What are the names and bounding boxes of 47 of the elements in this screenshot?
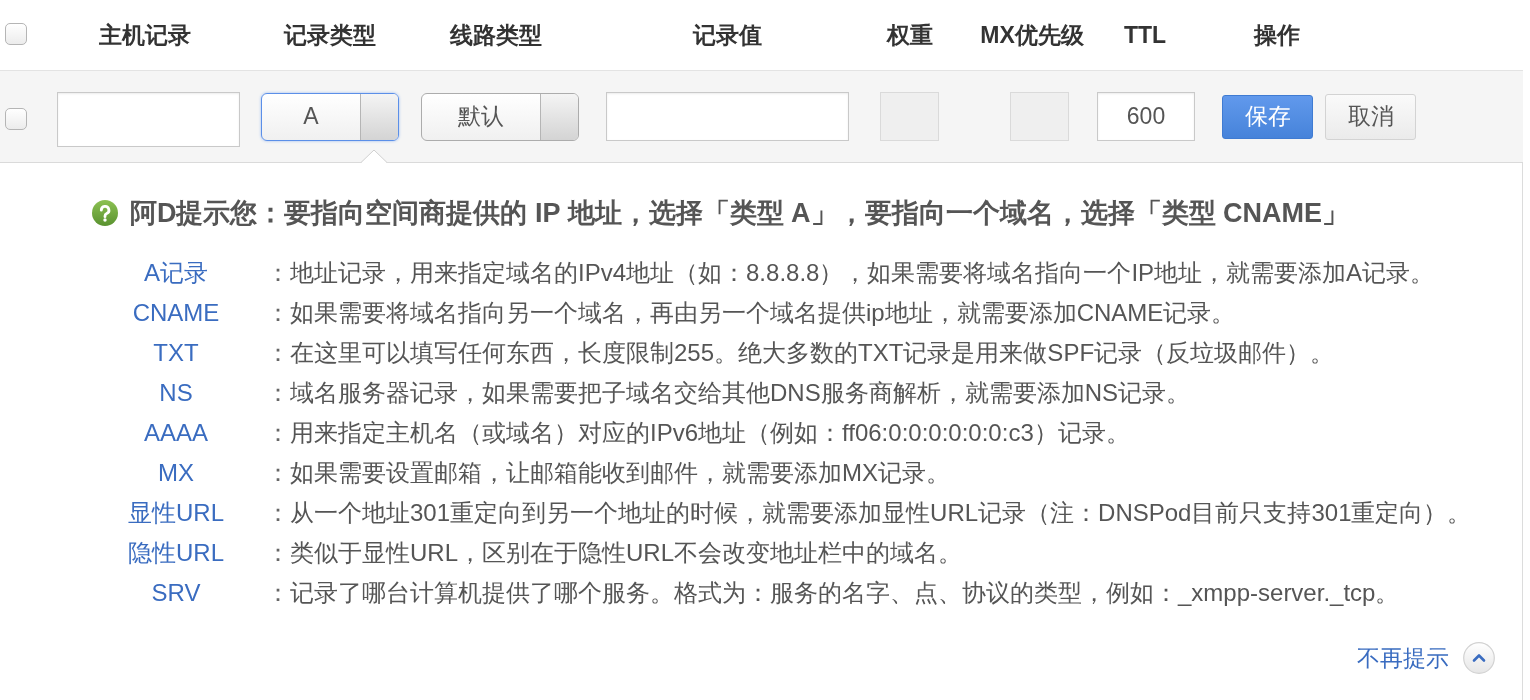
checkbox[interactable] <box>5 23 27 45</box>
record-type-select[interactable]: A <box>261 92 399 141</box>
column-header: 主机记录 <box>99 20 191 50</box>
record-description: 类似于显性URL，区别在于隐性URL不会改变地址栏中的域名。 <box>290 538 963 568</box>
hint-title: 阿D提示您：要指向空间商提供的 IP 地址，选择「类型 A」，要指向一个域名，选择「类型 CNAME」 <box>130 196 1350 230</box>
record-value-field[interactable] <box>606 92 849 141</box>
dismiss-link[interactable]: 不再提示 <box>1357 641 1449 676</box>
record-type-label: NS <box>159 378 193 408</box>
record-type-label: CNAME <box>132 298 220 328</box>
record-type-label: A记录 <box>144 258 208 288</box>
column-header: 权重 <box>886 20 933 50</box>
column-header: MX优先级 <box>980 20 1084 50</box>
record-description: 记录了哪台计算机提供了哪个服务。格式为：服务的名字、点、协议的类型，例如：_xmpp-server._tcp。 <box>290 578 1400 608</box>
record-description: 在这里可以填写任何东西，长度限制255。绝大多数的TXT记录是用来做SPF记录（反垃圾邮件）。 <box>290 338 1335 368</box>
separator-colon: ： <box>266 498 290 528</box>
separator-colon: ： <box>266 418 290 448</box>
separator-colon: ： <box>266 538 290 568</box>
record-description: 从一个地址301重定向到另一个地址的时候，就需要添加显性URL记录（注：DNSPod目前只支持301重定向）。 <box>290 498 1472 528</box>
chevron-up-icon[interactable] <box>1463 642 1495 675</box>
record-description: 用来指定主机名（或域名）对应的IPv6地址（例如：ff06:0:0:0:0:0:0:c3）记录。 <box>290 418 1130 448</box>
record-type-label: 显性URL <box>128 498 224 528</box>
record-type-label: AAAA <box>144 418 208 448</box>
record-type-label: 隐性URL <box>128 538 224 568</box>
record-description: 域名服务器记录，如果需要把子域名交给其他DNS服务商解析，就需要添加NS记录。 <box>290 378 1190 408</box>
ttl-field[interactable]: 600 <box>1097 92 1195 141</box>
line-type-select[interactable]: 默认 <box>421 92 579 141</box>
record-type-label: TXT <box>153 338 199 368</box>
record-type-label: MX <box>158 458 194 488</box>
separator-colon: ： <box>266 338 290 368</box>
help-icon <box>92 200 118 226</box>
column-header: 操作 <box>1254 20 1300 50</box>
column-header: 记录值 <box>692 20 762 50</box>
separator-colon: ： <box>266 458 290 488</box>
separator-colon: ： <box>266 378 290 408</box>
host-field[interactable] <box>57 92 240 147</box>
separator-colon: ： <box>266 258 290 288</box>
checkbox[interactable] <box>5 107 27 130</box>
record-type-label: SRV <box>151 578 201 608</box>
column-header: 记录类型 <box>284 20 376 50</box>
column-header: 线路类型 <box>450 20 542 50</box>
separator-colon: ： <box>266 578 290 608</box>
record-description: 如果需要将域名指向另一个域名，再由另一个域名提供ip地址，就需要添加CNAME记录。 <box>290 298 1236 328</box>
record-description: 如果需要设置邮箱，让邮箱能收到邮件，就需要添加MX记录。 <box>290 458 950 488</box>
record-description: 地址记录，用来指定域名的IPv4地址（如：8.8.8.8），如果需要将域名指向一个IP地址，就需要添加A记录。 <box>290 258 1435 288</box>
cancel-button[interactable]: 取消 <box>1325 93 1416 140</box>
separator-colon: ： <box>266 298 290 328</box>
column-header: TTL <box>1123 20 1167 50</box>
